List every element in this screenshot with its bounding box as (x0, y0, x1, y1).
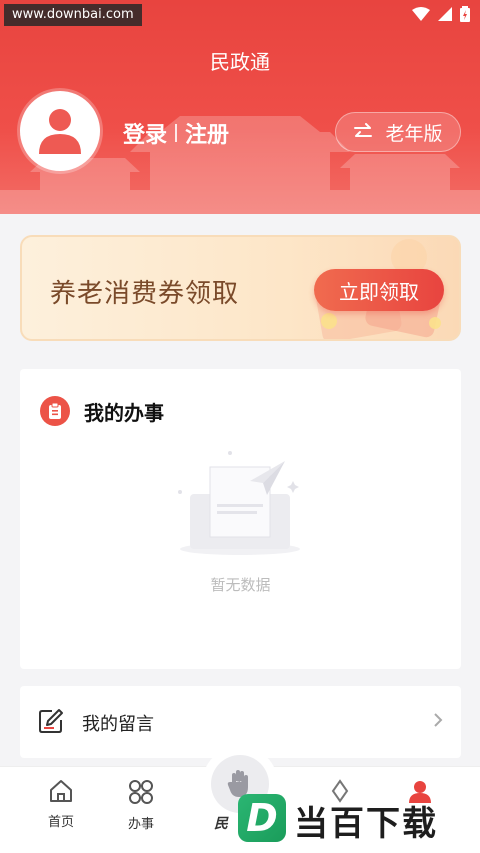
user-icon (39, 109, 81, 154)
tab-home[interactable]: 首页 (31, 779, 91, 830)
elder-mode-label: 老年版 (385, 122, 443, 145)
swap-icon (354, 123, 373, 137)
center-action-label: 民 (214, 816, 228, 832)
divider (175, 124, 178, 142)
my-affairs-card: 我的办事 暂无数据 (20, 369, 461, 669)
login-register-row: 登录 注册 (123, 117, 229, 149)
battery-icon (460, 6, 470, 22)
empty-text: 暂无数据 (210, 576, 271, 594)
my-messages-label: 我的留言 (82, 714, 154, 735)
signal-icon (438, 7, 452, 21)
site-logo-watermark: D 当百下载 (230, 780, 480, 853)
register-link[interactable]: 注册 (185, 117, 229, 149)
status-icons (412, 6, 470, 22)
banner-title: 养老消费券领取 (50, 279, 240, 309)
home-icon (50, 780, 72, 802)
status-bar: www.downbai.com (0, 0, 480, 28)
elder-mode-button[interactable]: 老年版 (335, 112, 461, 152)
app-title: 民政通 (210, 50, 270, 74)
wifi-icon (412, 7, 430, 21)
clipboard-icon (40, 396, 70, 426)
claim-now-button[interactable]: 立即领取 (314, 269, 444, 311)
tab-affairs[interactable]: 办事 (111, 779, 171, 832)
card-header: 我的办事 (40, 396, 164, 426)
grid-icon (129, 780, 153, 804)
login-link[interactable]: 登录 (123, 117, 167, 149)
chevron-right-icon (434, 713, 443, 727)
tab-affairs-label: 办事 (127, 817, 154, 832)
card-title: 我的办事 (84, 400, 164, 425)
voucher-banner[interactable]: 养老消费券领取 立即领取 (20, 235, 461, 341)
logo-text: 当百下载 (294, 804, 438, 844)
tab-home-label: 首页 (47, 815, 74, 830)
logo-mark: D (238, 794, 286, 842)
profile-header: www.downbai.com 民政通 登录 注册 老年版 (0, 0, 480, 214)
watermark: www.downbai.com (4, 4, 142, 26)
avatar[interactable] (20, 91, 100, 171)
edit-icon (39, 709, 63, 733)
empty-state-icon (178, 451, 300, 555)
